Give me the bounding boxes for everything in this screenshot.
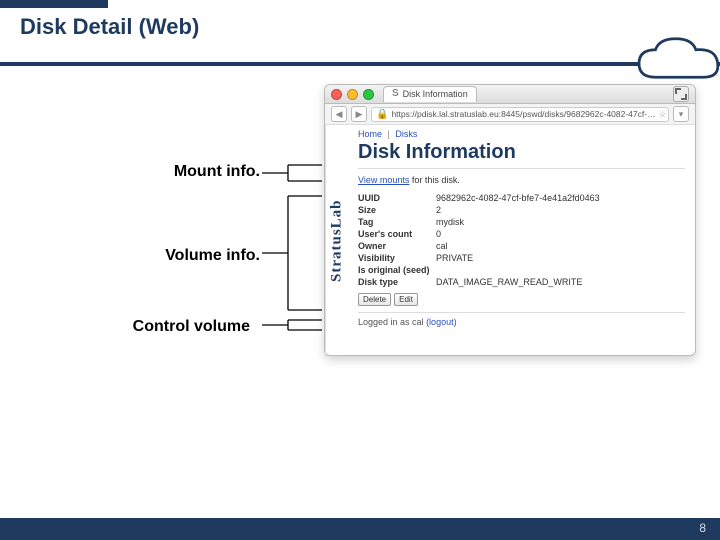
k-users: User's count xyxy=(358,229,436,241)
delete-button[interactable]: Delete xyxy=(358,293,391,306)
v-owner: cal xyxy=(436,241,606,253)
tab-title: Disk Information xyxy=(403,89,468,99)
login-text: Logged in as cal xyxy=(358,317,426,327)
nav-forward-button[interactable]: ▶ xyxy=(351,106,367,122)
v-tag: mydisk xyxy=(436,217,606,229)
view-mounts-line: View mounts for this disk. xyxy=(358,175,685,185)
k-size: Size xyxy=(358,205,436,217)
k-type: Disk type xyxy=(358,277,436,289)
slide-divider xyxy=(0,62,720,66)
view-mounts-tail: for this disk. xyxy=(409,175,460,185)
breadcrumb-home[interactable]: Home xyxy=(358,129,382,139)
v-seed xyxy=(436,265,606,277)
view-mounts-link[interactable]: View mounts xyxy=(358,175,409,185)
v-type: DATA_IMAGE_RAW_READ_WRITE xyxy=(436,277,606,289)
slide-title: Disk Detail (Web) xyxy=(20,14,199,40)
disk-info-table: UUID 9682962c-4082-47cf-bfe7-4e41a2fd046… xyxy=(358,193,606,289)
browser-tab[interactable]: S Disk Information xyxy=(383,86,477,102)
traffic-light-close[interactable] xyxy=(331,89,342,100)
lock-icon: 🔒 xyxy=(376,109,388,120)
v-uuid: 9682962c-4082-47cf-bfe7-4e41a2fd0463 xyxy=(436,193,606,205)
slide-top-accent xyxy=(0,0,108,8)
browser-window: S Disk Information ◀ ▶ 🔒 https://pdisk.l… xyxy=(324,84,696,356)
connector-control xyxy=(262,318,322,332)
breadcrumb-sep: | xyxy=(388,129,390,139)
v-visibility: PRIVATE xyxy=(436,253,606,265)
logout-link[interactable]: (logout) xyxy=(426,317,457,327)
window-titlebar: S Disk Information xyxy=(325,85,695,104)
sidebar-brand: StratusLab xyxy=(325,125,348,357)
slide-footer: 8 xyxy=(0,518,720,540)
annotation-volume: Volume info. xyxy=(100,247,260,265)
v-users: 0 xyxy=(436,229,606,241)
page-content: Home | Disks Disk Information View mount… xyxy=(348,125,695,357)
cloud-logo xyxy=(628,36,720,91)
footer-separator xyxy=(358,312,685,313)
edit-button[interactable]: Edit xyxy=(394,293,418,306)
url-text: https://pdisk.lal.stratuslab.eu:8445/psw… xyxy=(391,109,655,119)
v-size: 2 xyxy=(436,205,606,217)
annotation-mount: Mount info. xyxy=(100,163,260,181)
nav-menu-button[interactable]: ▾ xyxy=(673,106,689,122)
connector-mount xyxy=(262,163,322,183)
heading-underline xyxy=(358,168,685,169)
tab-favicon: S xyxy=(392,88,399,99)
bookmark-star-icon[interactable]: ☆ xyxy=(659,109,667,120)
page-number: 8 xyxy=(699,521,706,535)
k-owner: Owner xyxy=(358,241,436,253)
breadcrumb: Home | Disks xyxy=(358,129,685,139)
k-uuid: UUID xyxy=(358,193,436,205)
expand-icon[interactable] xyxy=(673,86,689,102)
button-row: Delete Edit xyxy=(358,293,685,306)
k-tag: Tag xyxy=(358,217,436,229)
breadcrumb-disks[interactable]: Disks xyxy=(395,129,417,139)
traffic-light-minimize[interactable] xyxy=(347,89,358,100)
page-heading: Disk Information xyxy=(358,141,685,164)
nav-back-button[interactable]: ◀ xyxy=(331,106,347,122)
k-seed: Is original (seed) xyxy=(358,265,436,277)
k-visibility: Visibility xyxy=(358,253,436,265)
connector-volume xyxy=(262,194,322,312)
page-body: StratusLab Home | Disks Disk Information… xyxy=(325,125,695,357)
traffic-light-zoom[interactable] xyxy=(363,89,374,100)
login-status: Logged in as cal (logout) xyxy=(358,317,685,327)
url-field[interactable]: 🔒 https://pdisk.lal.stratuslab.eu:8445/p… xyxy=(371,107,669,122)
annotation-control: Control volume xyxy=(90,318,250,336)
url-toolbar: ◀ ▶ 🔒 https://pdisk.lal.stratuslab.eu:84… xyxy=(325,104,695,125)
